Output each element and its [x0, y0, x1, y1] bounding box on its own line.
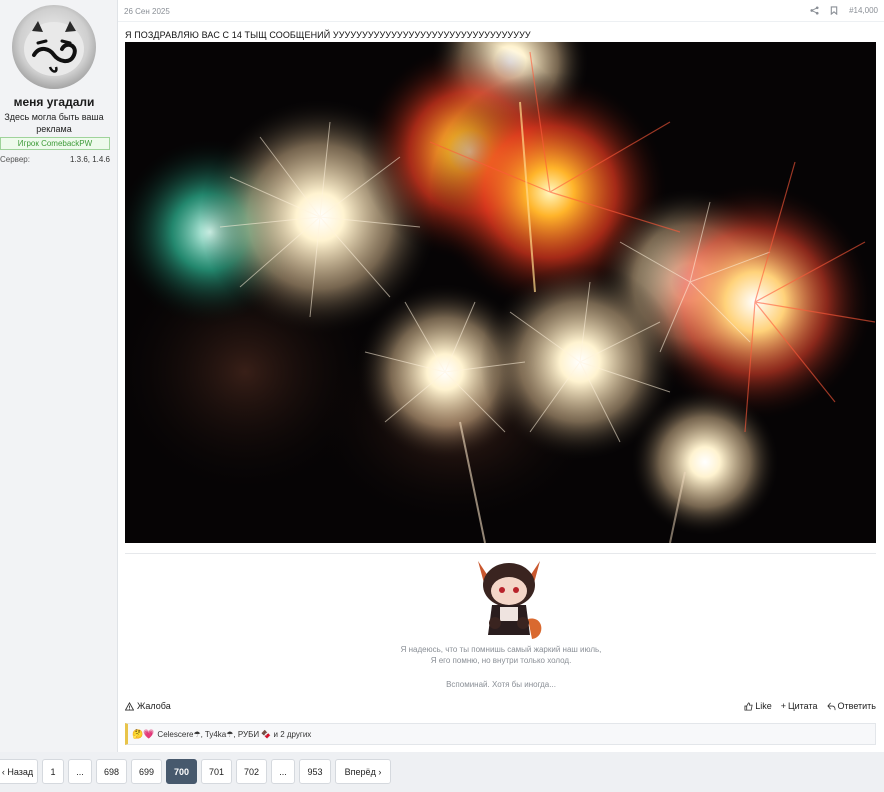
reply-button[interactable]: Ответить	[826, 701, 876, 711]
plus-icon: +	[780, 701, 786, 711]
bookmark-icon[interactable]	[829, 5, 839, 15]
server-label: Сервер:	[0, 155, 30, 164]
like-label: Like	[755, 701, 772, 711]
pagination: ‹ Назад 1 ... 698 699 700 701 702 ... 95…	[0, 759, 391, 784]
user-banner: Игрок ComebackPW	[0, 137, 110, 150]
server-value: 1.3.6, 1.4.6	[69, 155, 110, 164]
post-actions: Like + Цитата Ответить	[744, 701, 876, 711]
signature-separator	[125, 553, 876, 554]
avatar[interactable]	[12, 5, 96, 89]
user-title: Здесь могла быть ваша реклама	[4, 112, 104, 134]
report-button[interactable]: Жалоба	[125, 701, 171, 711]
page-current[interactable]: 700	[166, 759, 197, 784]
share-icon[interactable]	[809, 5, 819, 15]
header-actions: #14,000	[809, 5, 878, 15]
post-text: Я ПОЗДРАВЛЯЮ ВАС С 14 ТЫЩ СООБЩЕНИЙ УУУУ…	[125, 30, 531, 40]
page-ellipsis-2[interactable]: ...	[271, 759, 295, 784]
thumbs-up-icon	[744, 701, 753, 711]
page-701[interactable]: 701	[201, 759, 232, 784]
reactions-text[interactable]: Celescere☂, Ty4ka☂, РУБИ 🍫 и 2 других	[157, 730, 311, 739]
signature-line-1: Я надеюсь, что ты помнишь самый жаркий н…	[400, 645, 602, 654]
reaction-emojis: 🤔💗	[132, 728, 155, 739]
signature-line-3: Вспоминай. Хотя бы иногда...	[446, 680, 556, 689]
avatar-image	[24, 21, 84, 76]
page-698[interactable]: 698	[96, 759, 127, 784]
quote-label: Цитата	[787, 701, 818, 711]
user-info-column: меня угадали Здесь могла быть ваша рекла…	[0, 0, 118, 752]
message-footer: Жалоба Like + Цитата Ответить	[125, 700, 876, 714]
quote-button[interactable]: + Цитата	[781, 701, 818, 711]
prev-page-button[interactable]: ‹ Назад	[0, 759, 38, 784]
username[interactable]: меня угадали	[0, 95, 108, 109]
like-button[interactable]: Like	[744, 701, 772, 711]
report-label: Жалоба	[137, 701, 171, 711]
page-702[interactable]: 702	[236, 759, 267, 784]
page-ellipsis[interactable]: ...	[68, 759, 92, 784]
signature-line-2: Я его помню, но внутри только холод.	[430, 656, 572, 665]
reactions-bar[interactable]: 🤔💗 Celescere☂, Ty4ka☂, РУБИ 🍫 и 2 других	[125, 723, 876, 745]
warning-icon	[125, 701, 134, 711]
post-number[interactable]: #14,000	[849, 6, 878, 15]
page-699[interactable]: 699	[131, 759, 162, 784]
fireworks-image[interactable]	[125, 42, 876, 543]
chevron-right-icon: ›	[375, 766, 382, 777]
post-date[interactable]: 26 Сен 2025	[124, 7, 170, 16]
reply-icon	[826, 702, 836, 710]
next-page-button[interactable]: Вперёд ›	[335, 759, 391, 784]
reply-label: Ответить	[837, 701, 876, 711]
page-953[interactable]: 953	[299, 759, 331, 784]
signature-image	[470, 557, 548, 643]
forum-page: меня угадали Здесь могла быть ваша рекла…	[0, 0, 884, 792]
page-1[interactable]: 1	[42, 759, 64, 784]
message: 26 Сен 2025 #14,000 Я ПОЗДРАВЛЯЮ ВАС С 1…	[118, 0, 884, 752]
message-header: 26 Сен 2025 #14,000	[118, 0, 884, 22]
fireworks-photo	[125, 42, 876, 543]
